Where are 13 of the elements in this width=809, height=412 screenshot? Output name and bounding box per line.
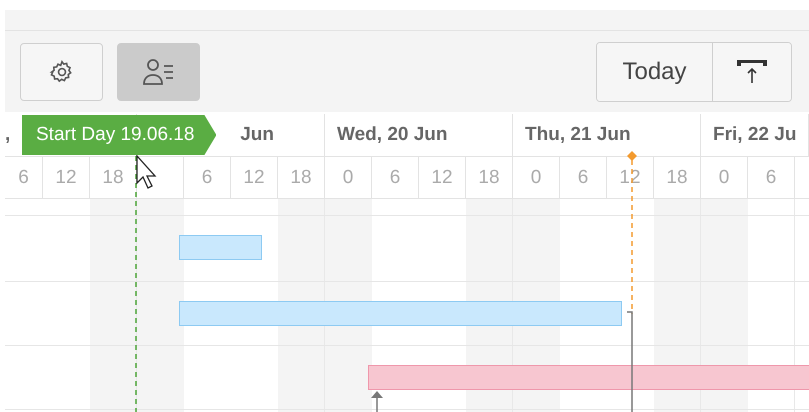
person-list-icon xyxy=(142,58,176,86)
day-header: , xyxy=(5,124,10,146)
dependency-arrow xyxy=(371,391,383,412)
scroll-to-icon xyxy=(736,58,768,84)
day-header: Fri, 22 Ju xyxy=(713,124,796,146)
day-header: Thu, 21 Jun xyxy=(525,124,631,146)
settings-icon xyxy=(48,58,74,84)
today-button[interactable]: Today xyxy=(597,42,713,100)
start-day-tooltip: Start Day 19.06.18 xyxy=(22,115,216,155)
settings-button[interactable] xyxy=(20,42,103,100)
day-header: Wed, 20 Jun xyxy=(337,124,448,146)
resource-view-button[interactable] xyxy=(117,42,200,100)
day-header: Jun xyxy=(240,124,274,146)
